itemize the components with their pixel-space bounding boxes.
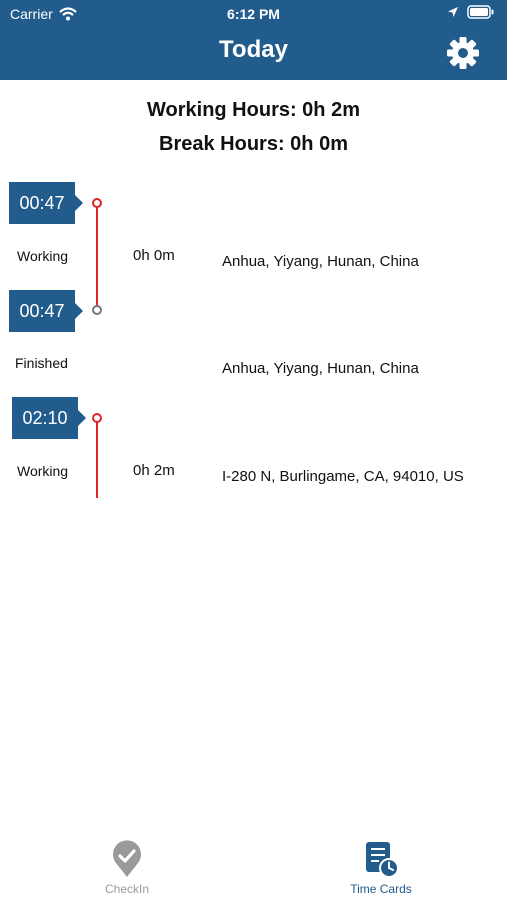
entry-time: 00:47 bbox=[19, 300, 65, 321]
tab-label: CheckIn bbox=[104, 882, 150, 896]
break-hours-summary: Break Hours: 0h 0m bbox=[159, 133, 348, 155]
time-cards-icon bbox=[366, 842, 399, 878]
battery-icon bbox=[467, 5, 494, 19]
timeline-segment bbox=[96, 204, 98, 310]
entry-status: Finished bbox=[15, 355, 68, 371]
entry-location: Anhua, Yiyang, Hunan, China bbox=[222, 360, 419, 377]
tab-time-cards[interactable]: Time Cards bbox=[254, 840, 507, 900]
gear-icon bbox=[447, 37, 479, 69]
entry-duration: 0h 0m bbox=[133, 247, 175, 264]
working-hours-summary: Working Hours: 0h 2m bbox=[147, 99, 360, 121]
timeline-start-dot bbox=[92, 413, 102, 423]
entry-time-tag: 02:10 bbox=[12, 397, 86, 439]
settings-button[interactable] bbox=[446, 36, 480, 70]
location-arrow-icon bbox=[448, 7, 458, 17]
timeline-end-dot bbox=[92, 305, 102, 315]
tab-bar: CheckIn Time Cards bbox=[0, 840, 507, 900]
status-indicators bbox=[447, 5, 495, 19]
entry-time-tag: 00:47 bbox=[9, 182, 83, 224]
checkin-pin-icon bbox=[113, 840, 141, 877]
entry-time-tag: 00:47 bbox=[9, 290, 83, 332]
timeline-segment bbox=[96, 420, 98, 498]
header: Carrier 6:12 PM Today bbox=[0, 0, 507, 80]
status-bar: Carrier 6:12 PM bbox=[0, 0, 507, 28]
timeline-start-dot bbox=[92, 198, 102, 208]
entry-location: Anhua, Yiyang, Hunan, China bbox=[222, 253, 419, 270]
entry-location: I-280 N, Burlingame, CA, 94010, US bbox=[222, 468, 464, 485]
entry-time: 02:10 bbox=[22, 407, 68, 428]
entry-status: Working bbox=[17, 248, 69, 264]
entry-duration: 0h 2m bbox=[133, 462, 175, 479]
entry-status: Working bbox=[17, 463, 69, 479]
page-title: Today bbox=[219, 36, 288, 63]
tab-checkin[interactable]: CheckIn bbox=[0, 840, 254, 900]
clock: 6:12 PM bbox=[227, 6, 280, 22]
tab-label: Time Cards bbox=[350, 882, 412, 896]
entry-time: 00:47 bbox=[19, 192, 65, 213]
